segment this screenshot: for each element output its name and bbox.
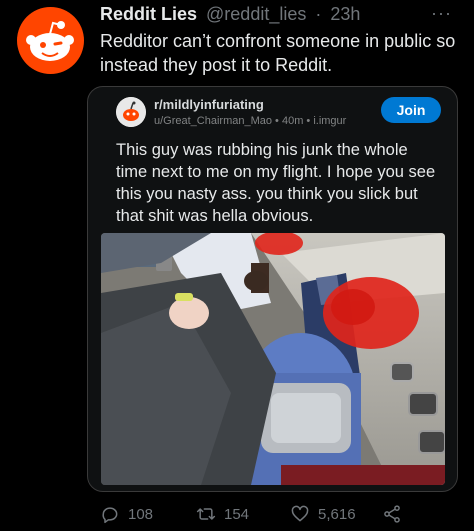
- post-title: This guy was rubbing his junk the whole …: [116, 141, 436, 225]
- reply-icon: [102, 507, 118, 524]
- retweet-action[interactable]: 154: [196, 504, 249, 524]
- separator: ·: [315, 4, 322, 24]
- tweet-actions: 108 154 5,616: [100, 504, 454, 530]
- heart-icon: [291, 505, 309, 522]
- reply-count: 108: [128, 505, 154, 523]
- more-icon[interactable]: ···: [431, 3, 452, 24]
- like-count: 5,616: [318, 505, 356, 523]
- share-action[interactable]: [382, 504, 402, 524]
- user-handle[interactable]: @reddit_lies: [206, 4, 306, 24]
- display-name[interactable]: Reddit Lies: [100, 4, 197, 24]
- reply-action[interactable]: 108: [100, 504, 153, 524]
- share-icon: [384, 505, 400, 523]
- join-button[interactable]: Join: [381, 97, 441, 123]
- post-photo[interactable]: [101, 233, 445, 485]
- post-meta: u/Great_Chairman_Mao • 40m • i.imgur: [154, 115, 347, 127]
- reddit-lies-avatar[interactable]: [17, 7, 84, 74]
- timestamp[interactable]: 23h: [330, 4, 360, 24]
- tweet-text: Redditor can’t confront someone in publi…: [100, 31, 456, 75]
- reddit-alien-icon: [26, 21, 74, 61]
- retweet-count: 154: [224, 505, 250, 523]
- subreddit-name[interactable]: r/mildlyinfuriating: [154, 97, 264, 112]
- subreddit-icon: [116, 97, 146, 127]
- airplane-cabin-photo: [101, 233, 445, 485]
- embedded-reddit-post[interactable]: r/mildlyinfuriating u/Great_Chairman_Mao…: [87, 86, 458, 492]
- subreddit-avatar: [116, 97, 146, 127]
- tweet-header: Reddit Lies @reddit_lies · 23h: [100, 3, 454, 25]
- retweet-icon: [196, 508, 216, 520]
- like-action[interactable]: 5,616: [290, 504, 356, 524]
